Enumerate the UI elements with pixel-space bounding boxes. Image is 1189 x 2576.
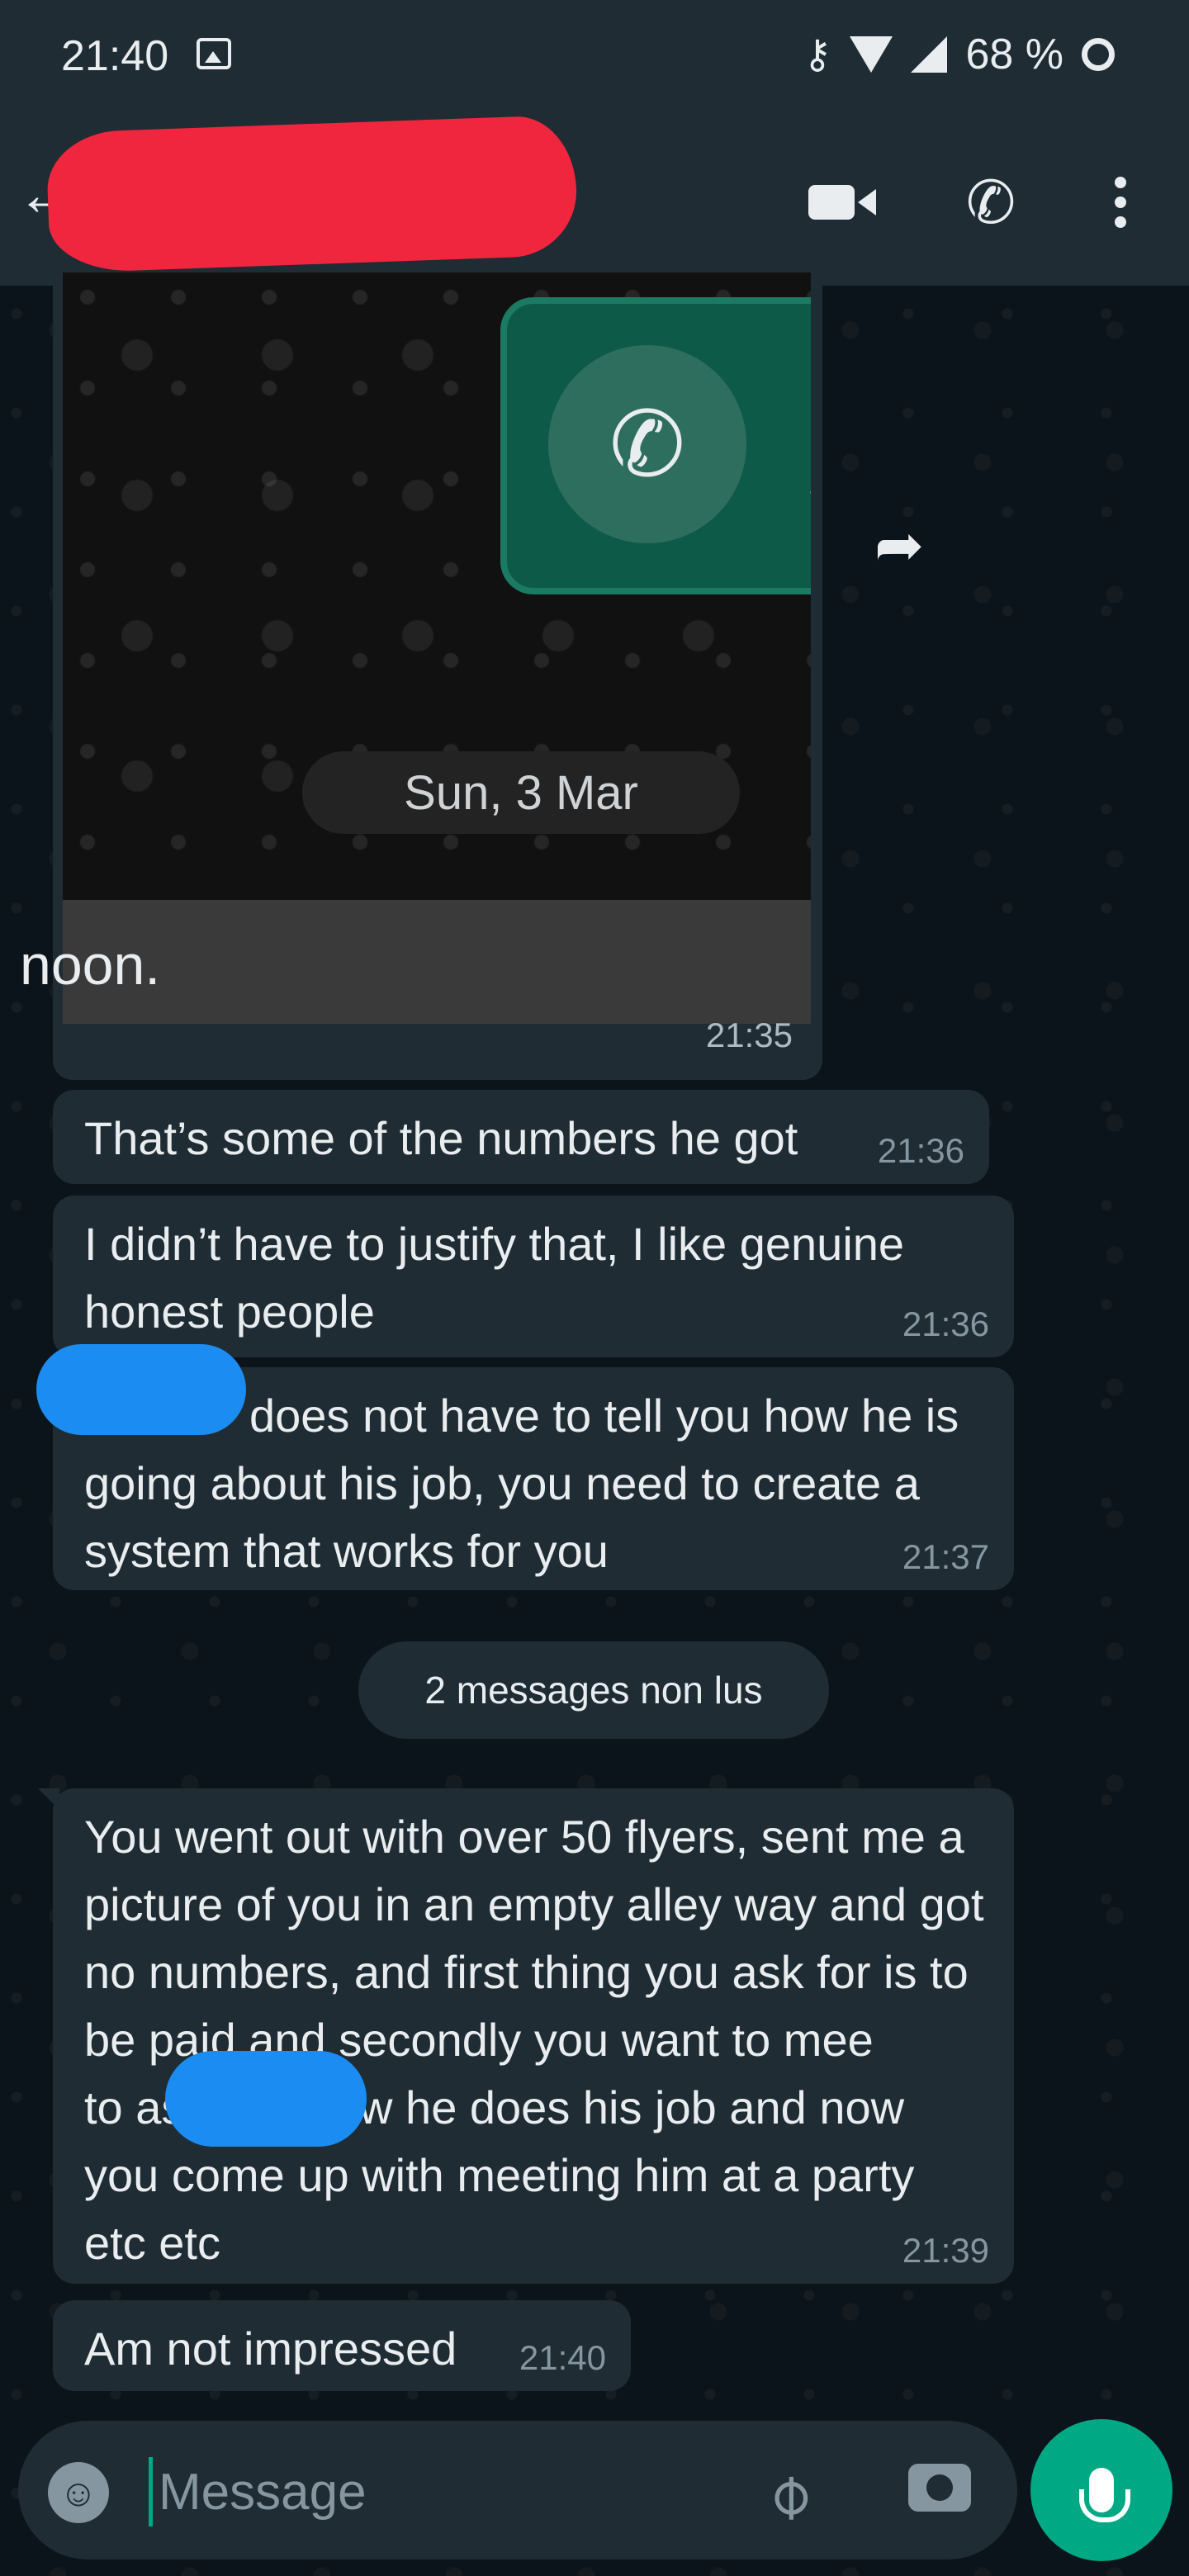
message-bubble[interactable]: You went out with over 50 flyers, sent m… [38, 1788, 1014, 2284]
message-bubble[interactable]: Am not impressed 21:40 [53, 2300, 631, 2391]
message-bubble[interactable]: That’s some of the numbers he got 21:36 [53, 1090, 989, 1184]
message-bubble[interactable]: I didn’t have to justify that, I like ge… [53, 1196, 1014, 1357]
message-input[interactable] [157, 2454, 738, 2530]
wifi-icon [850, 36, 893, 73]
image-message-bubble[interactable]: ✆ 3 Sun, 3 Mar noon. 21:35 [20, 272, 822, 1080]
message-text: I didn’t have to justify that, I like ge… [84, 1218, 905, 1338]
image-caption-strip [63, 900, 811, 1024]
message-time: 21:40 [519, 2338, 606, 2377]
status-indicators: ⚷ 68 % [803, 30, 1115, 79]
unread-messages-divider: 2 messages non lus [358, 1641, 829, 1739]
video-call-icon[interactable] [805, 165, 879, 239]
redacted-contact-name[interactable] [45, 114, 579, 274]
emoji-icon[interactable]: ☺ [48, 2462, 109, 2523]
battery-icon [1082, 38, 1115, 71]
camera-icon[interactable] [908, 2464, 971, 2512]
image-notification-icon [197, 38, 231, 69]
more-vertical-icon[interactable] [1083, 165, 1158, 239]
redacted-name [165, 2051, 367, 2147]
redacted-name [36, 1344, 246, 1435]
signal-icon [911, 36, 948, 73]
text-cursor [149, 2457, 153, 2526]
call-log-card: ✆ 3 [500, 297, 811, 594]
image-caption: noon. [20, 934, 161, 997]
key-icon: ⚷ [803, 33, 832, 77]
message-time: 21:37 [902, 1537, 989, 1576]
message-text: That’s some of the numbers he got [84, 1112, 798, 1164]
message-text: You went out with over 50 flyers, sent m… [84, 1811, 997, 2269]
outgoing-call-icon: ✆ [548, 345, 746, 543]
bubble-tail [38, 1788, 59, 1810]
message-time: 21:36 [902, 1305, 989, 1343]
status-time: 21:40 [61, 32, 169, 80]
forward-icon[interactable]: ➦ [862, 512, 936, 579]
message-time: 21:36 [877, 1131, 964, 1170]
message-time: 21:35 [705, 1016, 793, 1054]
battery-percent: 68 % [965, 31, 1063, 78]
voice-record-button[interactable] [1030, 2419, 1172, 2561]
status-bar: 21:40 ⚷ 68 % [0, 0, 1189, 116]
microphone-icon [1079, 2468, 1130, 2522]
voice-call-icon[interactable]: ✆ [954, 165, 1028, 239]
message-time: 21:39 [902, 2231, 989, 2270]
shared-screenshot-image[interactable]: ✆ 3 Sun, 3 Mar [63, 272, 811, 900]
date-chip: Sun, 3 Mar [302, 751, 740, 834]
call-count: 3 [808, 452, 811, 514]
